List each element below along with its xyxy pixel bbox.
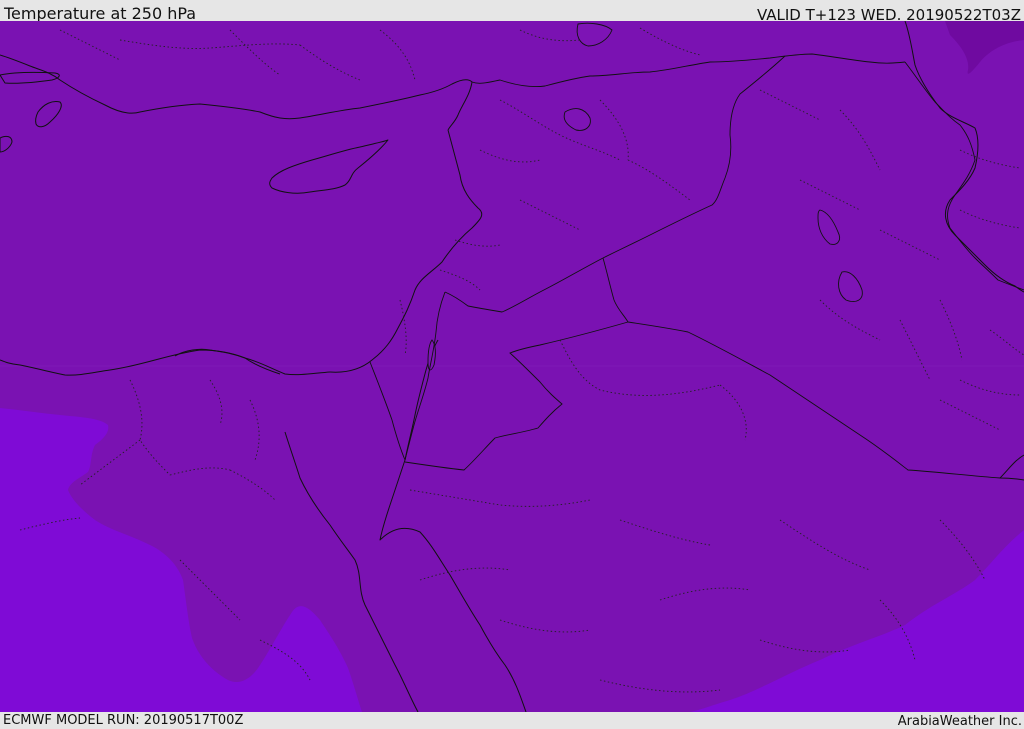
footer-bar: ECMWF MODEL RUN: 20190517T00Z ArabiaWeat… — [0, 712, 1024, 729]
temperature-map-svg — [0, 21, 1024, 712]
model-run-label: ECMWF MODEL RUN: 20190517T00Z — [3, 713, 244, 728]
forecast-map-frame: Temperature at 250 hPa VALID T+123 WED. … — [0, 0, 1024, 729]
credit-label: ArabiaWeather Inc. — [897, 714, 1022, 729]
header-bar: Temperature at 250 hPa VALID T+123 WED. … — [0, 0, 1024, 24]
map-canvas[interactable] — [0, 21, 1024, 712]
